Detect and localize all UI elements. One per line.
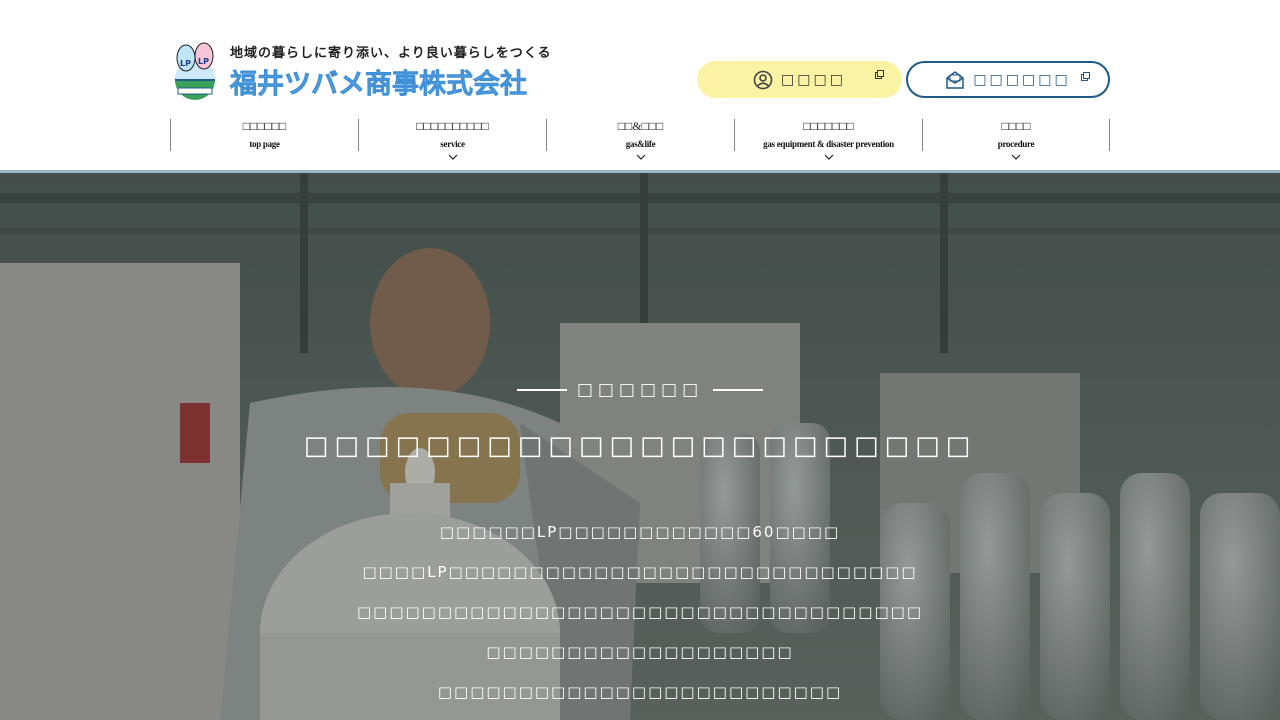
chevron-down-icon bbox=[824, 154, 833, 160]
hero-label-line-left bbox=[516, 389, 567, 391]
nav-item-top[interactable]: □□□□□□ top page bbox=[170, 119, 358, 151]
contact-button[interactable]: □□□□□□ bbox=[906, 61, 1110, 98]
nav-item-service[interactable]: □□□□□□□□□□ service bbox=[358, 119, 546, 160]
hero-label-line-right bbox=[713, 389, 764, 391]
hero-label-row: □□□□□□ bbox=[0, 378, 1280, 402]
nav-item-sublabel: service bbox=[440, 139, 465, 149]
hero-paragraph-4: □□□□□□□□□□□□□□□□□□□ bbox=[486, 643, 794, 661]
hero-content: □□□□□□ □□□□□□□□□□□□□□□□□□□□□□ □□□□□□LP□□… bbox=[0, 173, 1280, 720]
nav-item-label: □□□□□□□ bbox=[803, 119, 854, 133]
main-nav: □□□□□□ top page □□□□□□□□□□ service □□&□□… bbox=[170, 119, 1110, 163]
hero-section: □□□□□□ □□□□□□□□□□□□□□□□□□□□□□ □□□□□□LP□□… bbox=[0, 173, 1280, 720]
external-link-icon bbox=[1081, 72, 1090, 81]
logo-company-name: 福井ツバメ商事株式会社 bbox=[230, 69, 528, 101]
hero-paragraph-1: □□□□□□LP□□□□□□□□□□□□60□□□□ bbox=[439, 523, 841, 541]
contact-button-label: □□□□□□ bbox=[973, 71, 1071, 88]
logo-tagline: 地域の暮らしに寄り添い、より良い暮らしをつくる bbox=[230, 46, 552, 61]
nav-item-label: □□□□□□ bbox=[242, 119, 287, 133]
inquiry-button-label: □□□□ bbox=[781, 71, 846, 88]
chevron-down-icon bbox=[448, 154, 457, 160]
hero-paragraph-5: □□□□□□□□□□□□□□□□□□□□□□□□□ bbox=[437, 683, 843, 701]
site-logo[interactable]: LP LP 地域の暮らしに寄り添い、より良い暮らしをつくる 福井ツバメ商事株式会… bbox=[170, 40, 570, 100]
nav-item-label: □□□□ bbox=[1001, 119, 1031, 133]
hero-label: □□□□□□ bbox=[576, 380, 704, 400]
nav-item-label: □□□□□□□□□□ bbox=[416, 119, 489, 133]
hero-paragraph-2: □□□□LP□□□□□□□□□□□□□□□□□□□□□□□□□□□□□ bbox=[362, 563, 918, 581]
nav-item-label: □□&□□□ bbox=[617, 119, 664, 133]
chevron-down-icon bbox=[636, 154, 645, 160]
mail-icon bbox=[946, 70, 965, 89]
inquiry-button[interactable]: □□□□ bbox=[697, 61, 902, 98]
nav-item-sublabel: gas&life bbox=[625, 139, 656, 149]
nav-item-gas-equipment[interactable]: □□□□□□□ gas equipment & disaster prevent… bbox=[734, 119, 922, 160]
logo-emblem-icon: LP LP bbox=[175, 42, 215, 100]
nav-item-sublabel: procedure bbox=[997, 139, 1035, 149]
hero-title: □□□□□□□□□□□□□□□□□□□□□□ bbox=[303, 431, 977, 461]
nav-item-gas-life[interactable]: □□&□□□ gas&life bbox=[546, 119, 734, 160]
user-circle-icon bbox=[753, 70, 773, 89]
external-link-icon bbox=[875, 70, 884, 79]
site-header: LP LP 地域の暮らしに寄り添い、より良い暮らしをつくる 福井ツバメ商事株式会… bbox=[0, 0, 1280, 170]
nav-item-sublabel: top page bbox=[249, 139, 280, 149]
chevron-down-icon bbox=[1011, 154, 1021, 160]
nav-item-procedure[interactable]: □□□□ procedure bbox=[922, 119, 1110, 160]
nav-item-sublabel: gas equipment & disaster prevention bbox=[763, 139, 894, 149]
hero-paragraph-3: □□□□□□□□□□□□□□□□□□□□□□□□□□□□□□□□□□□ bbox=[356, 603, 924, 621]
logo-emblem-text: LP bbox=[180, 59, 191, 68]
logo-emblem-text-2: LP bbox=[198, 57, 209, 66]
